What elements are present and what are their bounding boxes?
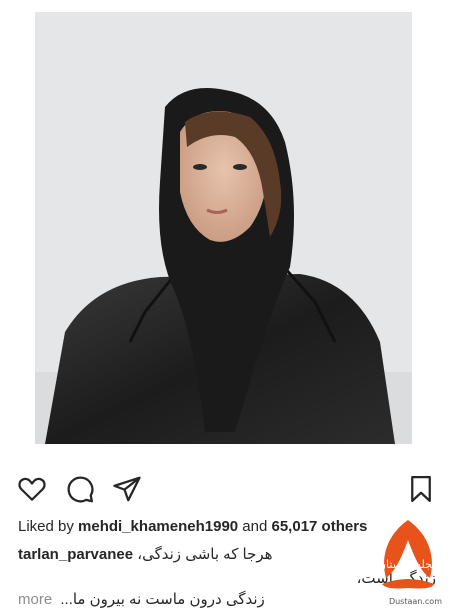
caption-username[interactable]: tarlan_parvanee: [18, 546, 133, 563]
likes-summary: Liked by mehdi_khameneh1990 and 65,017 o…: [18, 518, 367, 535]
caption-line-3: زندگی درون ماست نه بیرون ما...: [60, 591, 265, 608]
post-action-bar: [14, 472, 436, 506]
dustaan-watermark-logo: مجله دوستان Dustaan.com: [368, 516, 448, 606]
heart-icon[interactable]: [17, 474, 47, 504]
likes-prefix: Liked by: [18, 518, 74, 535]
comment-bubble-icon[interactable]: [65, 474, 95, 504]
watermark-site: Dustaan.com: [388, 597, 442, 606]
bookmark-icon[interactable]: [406, 474, 436, 504]
watermark-logo-text: مجله دوستان: [378, 558, 438, 571]
caption-line-1: هرجا که باشی زندگی،: [137, 546, 273, 563]
likes-conjunction: and: [242, 518, 268, 535]
liker-username[interactable]: mehdi_khameneh1990: [78, 518, 238, 535]
likes-others-link[interactable]: 65,017 others: [272, 518, 368, 535]
paper-plane-icon[interactable]: [112, 474, 142, 504]
post-photo[interactable]: [35, 12, 412, 444]
caption-more-link[interactable]: more: [18, 591, 52, 608]
